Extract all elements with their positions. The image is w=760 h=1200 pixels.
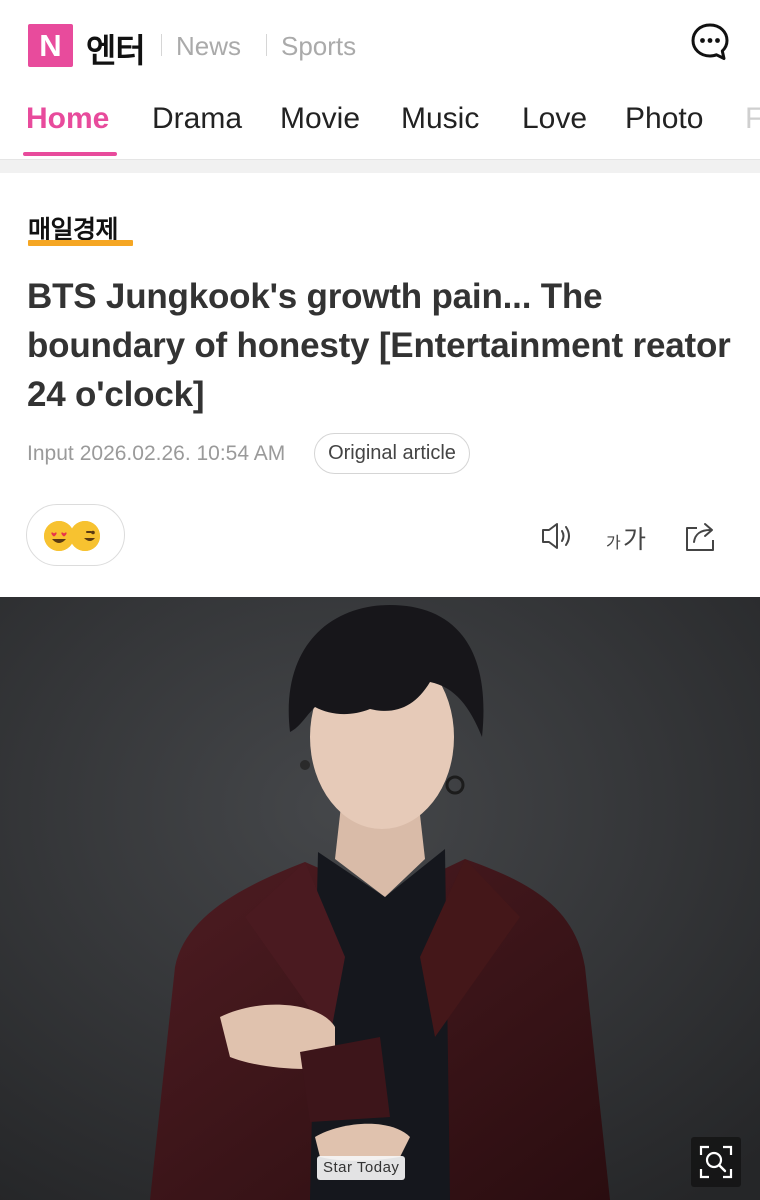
sports-link[interactable]: Sports xyxy=(281,31,356,62)
tab-overflow[interactable]: F xyxy=(745,102,760,136)
divider xyxy=(161,34,162,56)
original-article-button[interactable]: Original article xyxy=(314,433,470,474)
article-meta: Input 2026.02.26. 10:54 AM xyxy=(27,442,285,466)
tab-movie[interactable]: Movie xyxy=(280,102,360,136)
logo-title[interactable]: 엔터 xyxy=(86,24,146,72)
font-size-large-glyph: 가 xyxy=(623,525,647,554)
tab-drama[interactable]: Drama xyxy=(152,102,242,136)
heart-eyes-emoji-icon xyxy=(44,521,74,551)
press-underline xyxy=(28,240,133,246)
top-bar: N 엔터 News Sports xyxy=(0,0,760,88)
tab-music[interactable]: Music xyxy=(401,102,479,136)
logo-letter: N xyxy=(39,27,62,63)
font-size-icon[interactable]: 가 가 xyxy=(606,518,652,554)
divider xyxy=(266,34,267,56)
tab-home[interactable]: Home xyxy=(26,102,109,136)
article-photo[interactable] xyxy=(0,597,760,1200)
tab-love[interactable]: Love xyxy=(522,102,587,136)
zoom-search-icon[interactable] xyxy=(691,1137,741,1187)
font-size-small-glyph: 가 xyxy=(606,533,621,552)
news-link[interactable]: News xyxy=(176,31,241,62)
photo-credit: Star Today xyxy=(317,1156,406,1180)
reaction-button[interactable] xyxy=(26,504,125,566)
category-tabs: Home Drama Movie Music Love Photo F xyxy=(0,88,760,160)
section-divider xyxy=(0,160,760,173)
input-datetime: 2026.02.26. 10:54 AM xyxy=(79,442,286,465)
article-headline: BTS Jungkook's growth pain... The bounda… xyxy=(27,277,731,414)
speaker-icon[interactable] xyxy=(540,518,576,554)
active-tab-indicator xyxy=(23,152,117,156)
input-label: Input xyxy=(27,442,74,465)
chat-bubble-dots-icon[interactable] xyxy=(691,22,729,62)
share-icon[interactable] xyxy=(683,518,719,554)
wink-emoji-icon xyxy=(70,521,100,551)
naver-logo[interactable]: N xyxy=(28,24,73,67)
tab-photo[interactable]: Photo xyxy=(625,102,703,136)
